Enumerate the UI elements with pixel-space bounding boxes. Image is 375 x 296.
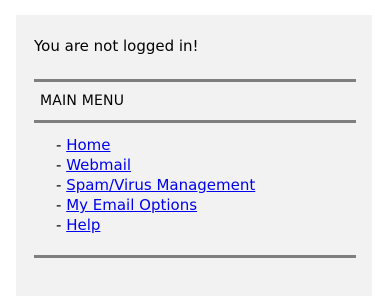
help-link[interactable]: Help bbox=[66, 216, 100, 234]
spam-virus-management-link[interactable]: Spam/Virus Management bbox=[66, 176, 255, 194]
divider-bottom bbox=[34, 255, 356, 258]
menu-item-webmail: - Webmail bbox=[56, 155, 255, 175]
menu-item-home: - Home bbox=[56, 135, 255, 155]
webmail-link[interactable]: Webmail bbox=[66, 156, 131, 174]
divider-menu bbox=[34, 120, 356, 123]
main-menu-list: - Home - Webmail - Spam/Virus Management… bbox=[56, 135, 255, 235]
home-link[interactable]: Home bbox=[66, 136, 110, 154]
my-email-options-link[interactable]: My Email Options bbox=[66, 196, 197, 214]
menu-bullet: - bbox=[56, 156, 67, 174]
divider-top bbox=[34, 79, 356, 82]
menu-bullet: - bbox=[56, 216, 67, 234]
menu-item-spam-virus: - Spam/Virus Management bbox=[56, 175, 255, 195]
login-status-text: You are not logged in! bbox=[34, 37, 199, 55]
menu-item-email-options: - My Email Options bbox=[56, 195, 255, 215]
main-menu-title: MAIN MENU bbox=[40, 93, 125, 109]
sidebar-panel: You are not logged in! MAIN MENU - Home … bbox=[16, 15, 372, 296]
menu-bullet: - bbox=[56, 176, 67, 194]
menu-bullet: - bbox=[56, 196, 67, 214]
menu-bullet: - bbox=[56, 136, 67, 154]
menu-item-help: - Help bbox=[56, 215, 255, 235]
